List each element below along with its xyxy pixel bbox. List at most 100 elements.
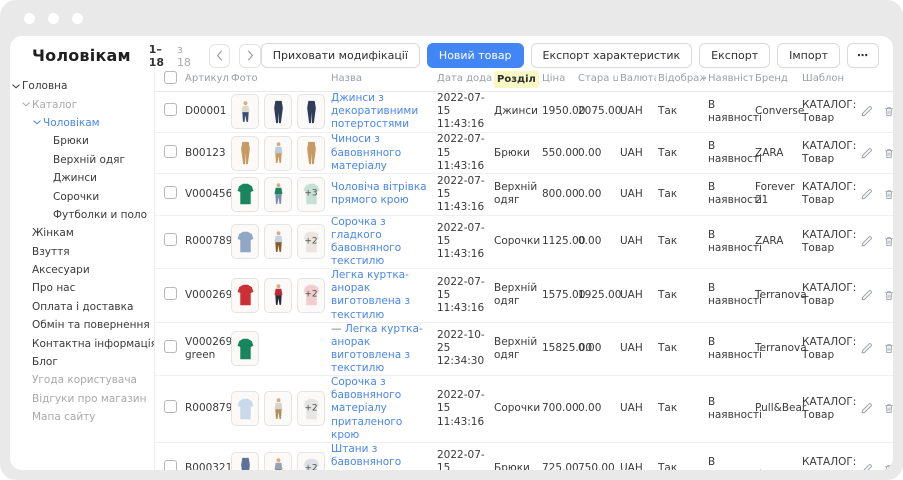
actions-cell [858,269,893,323]
sidebar-item-17[interactable]: Відгуки про магазин [10,390,154,408]
row-checkbox[interactable] [164,186,177,199]
product-photo-thumbnail[interactable] [264,177,292,212]
sorted-column-label[interactable]: Розділ [494,71,539,88]
product-photo-thumbnail[interactable] [297,136,325,171]
row-checkbox[interactable] [164,233,177,246]
column-header-section[interactable]: Розділ [492,67,540,91]
product-name-link[interactable]: Сорочка з бавовняного матеріалу притален… [331,376,402,441]
delete-product-button[interactable] [883,147,893,160]
currency-cell: UAH [618,322,656,376]
sidebar-item-14[interactable]: Контактна інформація [10,334,154,352]
product-photo-thumbnail[interactable] [264,136,292,171]
more-photos-thumbnail[interactable]: +3 [297,177,325,212]
product-photo-thumbnail[interactable] [231,136,259,171]
edit-product-button[interactable] [860,105,873,118]
export-button[interactable]: Експорт [699,43,770,68]
pagination-prev-button[interactable] [209,44,231,68]
product-photo-thumbnail[interactable] [231,331,259,366]
sidebar-item-16[interactable]: Угода користувача [10,371,154,389]
sidebar-item-8[interactable]: Жінкам [10,224,154,242]
product-name-link[interactable]: Чиноси з бавовняного матеріалу [331,133,401,171]
currency-cell: UAH [618,269,656,323]
export-characteristics-button[interactable]: Експорт характеристик [531,43,693,68]
product-photo-thumbnail[interactable] [264,452,292,470]
row-checkbox[interactable] [164,145,177,158]
article-cell: B00123 [183,132,229,173]
sidebar-item-18[interactable]: Мапа сайту [10,408,154,426]
import-button[interactable]: Імпорт [777,43,840,68]
sidebar-item-12[interactable]: Оплата і доставка [10,298,154,316]
product-photo-thumbnail[interactable] [264,224,292,259]
product-name-link[interactable]: Чоловіча вітрівка прямого крою [331,181,427,206]
delete-product-button[interactable] [883,402,893,415]
edit-product-button[interactable] [860,147,873,160]
sidebar-item-13[interactable]: Обмін та повернення [10,316,154,334]
sidebar-item-6[interactable]: Сорочки [10,187,154,205]
more-photos-thumbnail[interactable]: +2 [297,391,325,426]
product-photo-thumbnail[interactable] [231,391,259,426]
sidebar-item-5[interactable]: Джинси [10,169,154,187]
sidebar-item-11[interactable]: Про нас [10,279,154,297]
more-photos-thumbnail[interactable]: +2 [297,452,325,470]
delete-product-button[interactable] [883,289,893,302]
sidebar-item-7[interactable]: Футболки и поло [10,206,154,224]
name-cell: Штани з бавовняного матеріалу прямого кр… [329,442,435,470]
product-name-link[interactable]: Штани з бавовняного матеріалу прямого кр… [331,443,409,470]
row-checkbox[interactable] [164,460,177,470]
select-all-checkbox[interactable] [164,71,177,84]
delete-product-button[interactable] [883,188,893,201]
product-name-link[interactable]: Легка куртка-анорак виготовлена з тексти… [331,323,423,374]
hide-modifications-button[interactable]: Приховати модифікації [261,43,420,68]
product-photo-thumbnail[interactable] [231,452,259,470]
row-checkbox[interactable] [164,287,177,300]
new-product-button[interactable]: Новий товар [427,43,524,68]
more-actions-button[interactable]: ⋯ [847,43,879,68]
sidebar-item-1[interactable]: Каталог [10,95,154,113]
edit-product-button[interactable] [860,402,873,415]
currency-cell: UAH [618,442,656,470]
row-checkbox[interactable] [164,400,177,413]
sidebar-item-4[interactable]: Верхній одяг [10,151,154,169]
delete-product-button[interactable] [883,463,893,470]
edit-product-button[interactable] [860,342,873,355]
sidebar-item-3[interactable]: Брюки [10,132,154,150]
more-photos-thumbnail[interactable]: +2 [297,278,325,313]
window-minimize-button[interactable] [48,13,59,24]
display-cell: Так [656,132,706,173]
sidebar-item-2[interactable]: Чоловікам [10,114,154,132]
product-photo-thumbnail[interactable] [297,94,325,129]
edit-product-button[interactable] [860,463,873,470]
row-checkbox[interactable] [164,103,177,116]
product-photo-thumbnail[interactable] [231,224,259,259]
sidebar-item-10[interactable]: Аксесуари [10,261,154,279]
product-name-link[interactable]: Джинси з декоративними потертостями [331,92,418,130]
pagination-next-button[interactable] [239,44,261,68]
header-action-buttons: Приховати модифікації Новий товар Експорт … [261,43,879,68]
sidebar-item-0[interactable]: Головна [10,77,154,95]
table-row: V000269+2Легка куртка-анорак виготовлена… [155,269,893,323]
table-row: R000879+2Сорочка з бавовняного матеріалу… [155,376,893,443]
edit-product-button[interactable] [860,289,873,302]
product-photo-thumbnail[interactable] [264,391,292,426]
row-checkbox[interactable] [164,340,177,353]
product-photo-thumbnail[interactable] [231,94,259,129]
edit-product-button[interactable] [860,188,873,201]
product-name-link[interactable]: Легка куртка-анорак виготовлена з тексти… [331,269,410,320]
window-close-button[interactable] [24,13,35,24]
delete-product-button[interactable] [883,235,893,248]
product-photo-thumbnail[interactable] [231,278,259,313]
delete-product-button[interactable] [883,105,893,118]
article-cell: D00001 [183,91,229,132]
product-photo-thumbnail[interactable] [264,94,292,129]
product-photo-thumbnail[interactable] [264,278,292,313]
window-maximize-button[interactable] [72,13,83,24]
more-photos-thumbnail[interactable]: +2 [297,224,325,259]
delete-product-button[interactable] [883,342,893,355]
edit-product-button[interactable] [860,235,873,248]
product-name-link[interactable]: Сорочка з гладкого бавовняного текстилю [331,216,401,267]
sidebar-item-9[interactable]: Взуття [10,243,154,261]
sidebar-item-15[interactable]: Блог [10,353,154,371]
date-added-cell: 2022-10-25 12:34:30 [435,322,492,376]
template-cell: КАТАЛОГ: Товар [800,322,858,376]
product-photo-thumbnail[interactable] [231,177,259,212]
